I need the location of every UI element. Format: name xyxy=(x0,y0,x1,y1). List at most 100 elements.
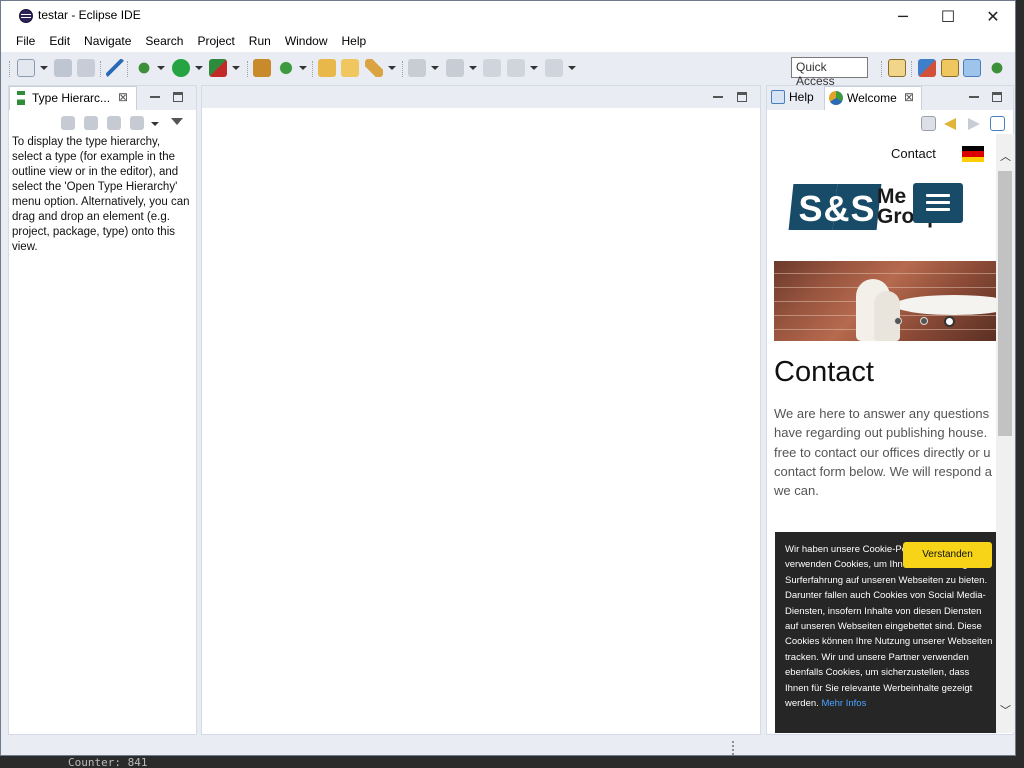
minimize-editor-icon[interactable] xyxy=(713,92,723,98)
toolbar-separator xyxy=(881,61,883,77)
view-menu-icon[interactable] xyxy=(171,118,183,125)
debug-dropdown-icon[interactable] xyxy=(157,66,165,70)
slider-dot-active[interactable] xyxy=(944,316,955,327)
toc-icon[interactable] xyxy=(990,116,1005,131)
close-icon[interactable]: ⊠ xyxy=(118,90,128,104)
show-supertype-hierarchy-icon[interactable] xyxy=(84,116,98,130)
minimize-button[interactable]: ─ xyxy=(880,1,926,31)
menu-help[interactable]: Help xyxy=(335,31,374,52)
menu-edit[interactable]: Edit xyxy=(42,31,77,52)
debug-icon[interactable] xyxy=(135,59,153,77)
german-flag-icon[interactable] xyxy=(962,146,984,162)
external-tools-icon[interactable] xyxy=(209,59,227,77)
new-class-dropdown-icon[interactable] xyxy=(299,66,307,70)
scrollbar-thumb[interactable] xyxy=(998,171,1012,436)
search-icon[interactable] xyxy=(365,59,383,77)
close-button[interactable]: ✕ xyxy=(970,1,1016,31)
save-icon[interactable] xyxy=(54,59,72,77)
forward-arrow-icon[interactable] xyxy=(968,118,980,130)
history-dropdown-icon[interactable] xyxy=(151,122,159,126)
history-icon[interactable] xyxy=(130,116,144,130)
minimize-view-icon[interactable] xyxy=(150,92,160,98)
external-tools-dropdown-icon[interactable] xyxy=(232,66,240,70)
webview-scrollbar[interactable]: ︿ ﹀ xyxy=(996,134,1014,733)
maximize-view-icon[interactable] xyxy=(173,92,183,102)
new-package-icon[interactable] xyxy=(253,59,271,77)
java-perspective-icon[interactable] xyxy=(941,59,959,77)
type-hierarchy-perspective-icon[interactable] xyxy=(963,59,981,77)
toolbar-grip xyxy=(9,61,11,77)
menu-run[interactable]: Run xyxy=(242,31,278,52)
save-all-icon[interactable] xyxy=(77,59,95,77)
new-dropdown-icon[interactable] xyxy=(40,66,48,70)
welcome-webpage: Contact S&S Me Group Contact We are here… xyxy=(772,134,996,733)
tab-type-hierarchy[interactable]: Type Hierarc... ⊠ xyxy=(9,86,137,110)
debug-perspective-icon[interactable] xyxy=(918,59,936,77)
new-icon[interactable] xyxy=(17,59,35,77)
toolbar-separator xyxy=(127,61,129,77)
show-type-hierarchy-icon[interactable] xyxy=(61,116,75,130)
background-console-text: Counter: 841 xyxy=(68,756,148,768)
forward-icon[interactable] xyxy=(545,59,563,77)
background-console xyxy=(0,756,1024,768)
logo-mark-text: S&S xyxy=(798,188,876,229)
hamburger-menu-button[interactable] xyxy=(913,183,963,223)
toolbar-separator xyxy=(911,61,913,77)
back-arrow-icon[interactable] xyxy=(944,118,956,130)
slider-dot[interactable] xyxy=(894,317,902,325)
maximize-view-icon[interactable] xyxy=(992,92,1002,102)
back-dropdown-icon[interactable] xyxy=(530,66,538,70)
tab-help-label: Help xyxy=(789,90,814,104)
search-dropdown-icon[interactable] xyxy=(388,66,396,70)
previous-annotation-dropdown-icon[interactable] xyxy=(469,66,477,70)
title-bar: testar - Eclipse IDE ─ ☐ ✕ xyxy=(1,1,1015,31)
page-heading: Contact xyxy=(774,356,874,388)
minimize-view-icon[interactable] xyxy=(969,92,979,98)
eclipse-logo-icon xyxy=(19,9,33,23)
editor-area xyxy=(201,85,761,735)
run-icon[interactable] xyxy=(172,59,190,77)
menu-project[interactable]: Project xyxy=(190,31,241,52)
quick-access-field[interactable]: Quick Access xyxy=(791,57,868,88)
run-dropdown-icon[interactable] xyxy=(195,66,203,70)
tab-help[interactable]: Help xyxy=(767,86,823,110)
status-bar-grip[interactable] xyxy=(732,741,734,755)
new-class-icon[interactable] xyxy=(277,59,295,77)
menu-search[interactable]: Search xyxy=(138,31,190,52)
back-icon[interactable] xyxy=(507,59,525,77)
next-annotation-icon[interactable] xyxy=(408,59,426,77)
open-type-icon[interactable] xyxy=(318,59,336,77)
paragraph-line: We are here to answer any questions xyxy=(774,406,990,421)
scroll-down-icon[interactable]: ﹀ xyxy=(1000,702,1011,718)
scroll-up-icon[interactable]: ︿ xyxy=(1000,148,1011,164)
skip-breakpoints-icon[interactable] xyxy=(106,59,124,77)
maximize-editor-icon[interactable] xyxy=(737,92,747,102)
previous-annotation-icon[interactable] xyxy=(446,59,464,77)
nav-contact-link[interactable]: Contact xyxy=(891,146,936,161)
open-perspective-icon[interactable] xyxy=(888,59,906,77)
close-icon[interactable]: ⊠ xyxy=(904,90,914,104)
cookie-accept-button[interactable]: Verstanden xyxy=(903,542,992,568)
tab-welcome[interactable]: Welcome ⊠ xyxy=(824,86,922,110)
help-icon xyxy=(771,90,785,104)
menu-window[interactable]: Window xyxy=(278,31,335,52)
debug-bug-perspective-icon[interactable] xyxy=(988,59,1006,77)
menu-navigate[interactable]: Navigate xyxy=(77,31,138,52)
background-window-strip xyxy=(1016,0,1024,768)
more-info-link[interactable]: Mehr Infos xyxy=(821,698,866,709)
welcome-view: Help Welcome ⊠ Contact S&S Me Group Cont… xyxy=(766,85,1014,735)
maximize-button[interactable]: ☐ xyxy=(925,1,971,31)
slider-dot[interactable] xyxy=(920,317,928,325)
contact-paragraph: We are here to answer any questions have… xyxy=(774,404,996,500)
next-annotation-dropdown-icon[interactable] xyxy=(431,66,439,70)
open-task-icon[interactable] xyxy=(341,59,359,77)
menu-file[interactable]: File xyxy=(9,31,42,52)
welcome-icon xyxy=(829,91,843,105)
forward-dropdown-icon[interactable] xyxy=(568,66,576,70)
hero-image xyxy=(774,261,996,341)
show-subtype-hierarchy-icon[interactable] xyxy=(107,116,121,130)
window-title: testar - Eclipse IDE xyxy=(38,8,141,22)
logo[interactable]: S&S Me Group xyxy=(788,184,940,234)
last-edit-location-icon[interactable] xyxy=(483,59,501,77)
home-icon[interactable] xyxy=(921,116,936,131)
